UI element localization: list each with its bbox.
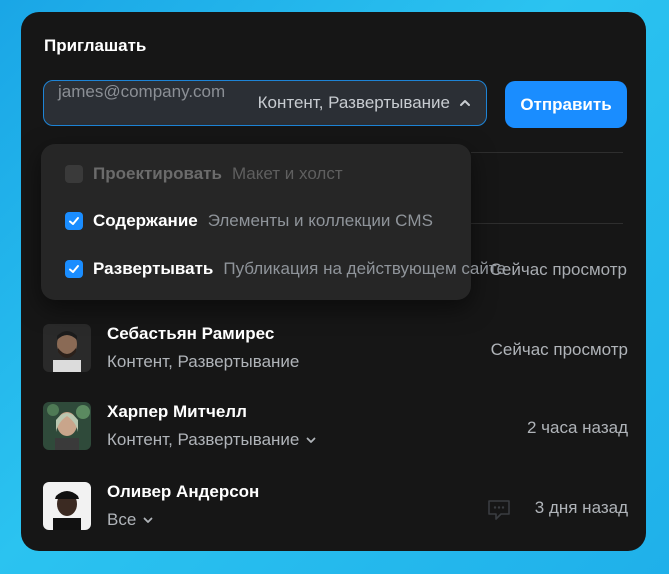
message-icon[interactable] xyxy=(486,498,512,522)
user-permissions-label: Все xyxy=(107,510,137,529)
divider xyxy=(471,152,623,153)
checkbox-checked-icon[interactable] xyxy=(65,212,83,230)
user-name: Харпер Митчелл xyxy=(107,402,247,421)
invite-email-field[interactable]: james@company.com Контент, Развертывание xyxy=(43,80,487,126)
user-name: Оливер Андерсон xyxy=(107,482,260,501)
list-item[interactable]: Харпер Митчелл Контент, Развертывание 2 … xyxy=(43,402,628,452)
user-permissions-label: Контент, Развертывание xyxy=(107,352,300,371)
menu-item-label: Развертывать xyxy=(93,259,214,278)
user-status: 2 часа назад xyxy=(527,418,628,437)
list-item[interactable]: Оливер Андерсон Все 3 дня назад xyxy=(43,482,628,532)
permissions-dropdown[interactable]: Контент, Развертывание xyxy=(258,93,472,113)
menu-item-content[interactable]: Содержание Элементы и коллекции CMS xyxy=(65,208,433,234)
chevron-down-icon xyxy=(143,517,153,523)
permissions-summary-label: Контент, Развертывание xyxy=(257,93,450,112)
permissions-menu: Проектировать Макет и холст Содержание Э… xyxy=(41,144,506,300)
user-status: Сейчас просмотр xyxy=(490,340,628,359)
chevron-up-icon xyxy=(460,100,470,106)
list-item[interactable]: Себастьян Рамирес Контент, Развертывание… xyxy=(43,324,628,374)
email-input[interactable]: james@company.com xyxy=(58,81,228,103)
divider xyxy=(471,223,623,224)
user-permissions: Контент, Развертывание xyxy=(107,352,299,372)
menu-item-label: Проектировать xyxy=(93,164,222,183)
avatar xyxy=(43,482,91,530)
chevron-down-icon xyxy=(306,437,316,443)
checkbox-unchecked-icon[interactable] xyxy=(65,165,83,183)
user-permissions-label: Контент, Развертывание xyxy=(107,430,300,449)
user-name: Себастьян Рамирес xyxy=(107,324,275,343)
invite-card: Приглашать james@company.com Контент, Ра… xyxy=(21,12,646,551)
permissions-dropdown[interactable]: Контент, Развертывание xyxy=(107,430,317,450)
menu-item-design[interactable]: Проектировать Макет и холст xyxy=(65,161,343,187)
menu-item-deploy[interactable]: Развертывать Публикация на действующем с… xyxy=(65,256,506,282)
avatar xyxy=(43,324,91,372)
avatar xyxy=(43,402,91,450)
menu-item-label: Содержание xyxy=(93,211,198,230)
menu-item-description: Макет и холст xyxy=(231,164,343,183)
permissions-dropdown[interactable]: Все xyxy=(107,510,154,530)
checkbox-checked-icon[interactable] xyxy=(65,260,83,278)
menu-item-description: Элементы и коллекции CMS xyxy=(207,211,433,230)
send-button[interactable]: Отправить xyxy=(505,81,627,128)
hidden-row-status: Сейчас просмотр xyxy=(489,260,627,279)
user-status: 3 дня назад xyxy=(534,498,628,517)
invite-title: Приглашать xyxy=(44,36,147,55)
menu-item-description: Публикация на действующем сайте xyxy=(223,259,506,278)
